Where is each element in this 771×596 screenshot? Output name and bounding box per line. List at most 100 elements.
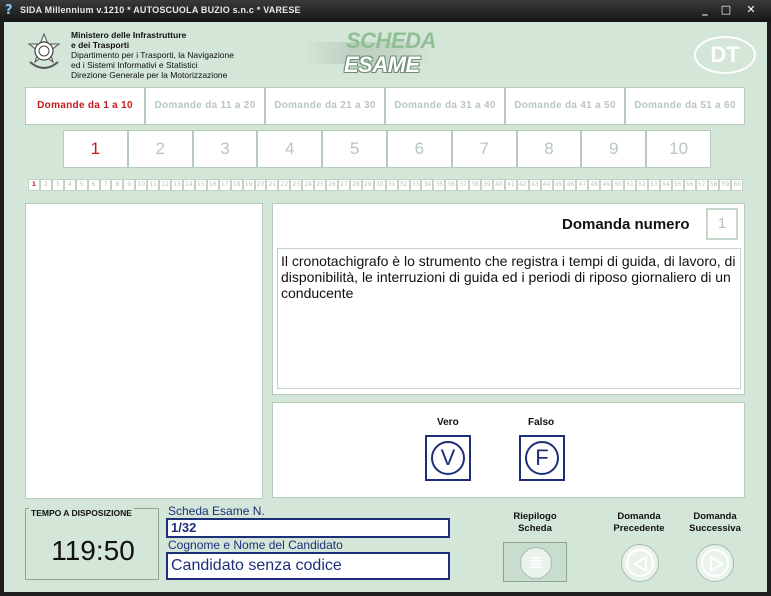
question-number-label: Domanda numero bbox=[562, 216, 690, 233]
strip-item-16[interactable]: 16 bbox=[206, 179, 219, 191]
strip-item-32[interactable]: 32 bbox=[397, 179, 410, 191]
question-button-3[interactable]: 3 bbox=[192, 130, 258, 168]
strip-item-47[interactable]: 47 bbox=[576, 179, 589, 191]
strip-item-58[interactable]: 58 bbox=[707, 179, 720, 191]
window-title: SIDA Millennium v.1210 * AUTOSCUOLA BUZI… bbox=[20, 5, 301, 15]
riepilogo-label: Riepilogo Scheda bbox=[500, 511, 570, 535]
strip-item-56[interactable]: 56 bbox=[683, 179, 696, 191]
strip-item-55[interactable]: 55 bbox=[671, 179, 684, 191]
strip-item-24[interactable]: 24 bbox=[302, 179, 315, 191]
range-tab-2[interactable]: Domande da 11 a 20 bbox=[145, 87, 265, 125]
question-button-7[interactable]: 7 bbox=[451, 130, 517, 168]
question-button-5[interactable]: 5 bbox=[322, 130, 387, 168]
strip-item-12[interactable]: 12 bbox=[159, 179, 172, 191]
answer-panel: Vero V Falso F bbox=[272, 402, 745, 498]
exam-screen: Ministero delle Infrastrutture e dei Tra… bbox=[4, 22, 767, 592]
strip-item-11[interactable]: 11 bbox=[147, 179, 160, 191]
strip-item-50[interactable]: 50 bbox=[612, 179, 625, 191]
strip-item-59[interactable]: 59 bbox=[719, 179, 732, 191]
range-tab-5[interactable]: Domande da 41 a 50 bbox=[505, 87, 625, 125]
strip-item-1[interactable]: 1 bbox=[28, 179, 40, 191]
strip-item-4[interactable]: 4 bbox=[63, 179, 76, 191]
strip-item-3[interactable]: 3 bbox=[51, 179, 64, 191]
strip-item-53[interactable]: 53 bbox=[647, 179, 660, 191]
strip-item-45[interactable]: 45 bbox=[552, 179, 565, 191]
strip-item-41[interactable]: 41 bbox=[504, 179, 517, 191]
strip-item-14[interactable]: 14 bbox=[182, 179, 195, 191]
strip-item-35[interactable]: 35 bbox=[433, 179, 446, 191]
strip-item-18[interactable]: 18 bbox=[230, 179, 243, 191]
next-question-button[interactable] bbox=[696, 544, 734, 582]
strip-item-2[interactable]: 2 bbox=[39, 179, 52, 191]
riepilogo-button[interactable] bbox=[503, 542, 567, 582]
strip-item-39[interactable]: 39 bbox=[481, 179, 493, 191]
strip-item-26[interactable]: 26 bbox=[326, 179, 338, 191]
previous-question-button[interactable] bbox=[621, 544, 659, 582]
strip-item-46[interactable]: 46 bbox=[564, 179, 577, 191]
strip-item-28[interactable]: 28 bbox=[349, 179, 362, 191]
question-button-6[interactable]: 6 bbox=[386, 130, 452, 168]
strip-item-10[interactable]: 10 bbox=[135, 179, 148, 191]
question-button-4[interactable]: 4 bbox=[257, 130, 323, 168]
strip-item-52[interactable]: 52 bbox=[636, 179, 648, 191]
strip-item-60[interactable]: 60 bbox=[731, 179, 744, 191]
strip-item-22[interactable]: 22 bbox=[278, 179, 291, 191]
strip-item-7[interactable]: 7 bbox=[99, 179, 112, 191]
strip-item-15[interactable]: 15 bbox=[194, 179, 207, 191]
strip-item-57[interactable]: 57 bbox=[695, 179, 708, 191]
ministry-line: Direzione Generale per la Motorizzazione bbox=[71, 70, 228, 80]
title-bar[interactable]: ? SIDA Millennium v.1210 * AUTOSCUOLA BU… bbox=[0, 0, 771, 22]
question-button-10[interactable]: 10 bbox=[646, 130, 711, 168]
strip-item-54[interactable]: 54 bbox=[659, 179, 672, 191]
strip-item-51[interactable]: 51 bbox=[624, 179, 637, 191]
question-button-8[interactable]: 8 bbox=[516, 130, 582, 168]
close-button[interactable]: ✕ bbox=[738, 3, 764, 17]
strip-item-23[interactable]: 23 bbox=[290, 179, 303, 191]
strip-item-6[interactable]: 6 bbox=[87, 179, 100, 191]
strip-item-19[interactable]: 19 bbox=[242, 179, 255, 191]
arrow-right-icon bbox=[710, 555, 724, 573]
candidate-name-field: Candidato senza codice bbox=[166, 552, 450, 580]
question-number-value: 1 bbox=[706, 208, 738, 240]
minimize-button[interactable]: _ bbox=[696, 3, 714, 17]
strip-item-49[interactable]: 49 bbox=[600, 179, 613, 191]
strip-item-8[interactable]: 8 bbox=[111, 179, 124, 191]
question-button-2[interactable]: 2 bbox=[127, 130, 193, 168]
strip-item-44[interactable]: 44 bbox=[540, 179, 553, 191]
strip-item-37[interactable]: 37 bbox=[457, 179, 470, 191]
false-button[interactable]: F bbox=[519, 435, 565, 481]
strip-item-36[interactable]: 36 bbox=[445, 179, 458, 191]
strip-item-33[interactable]: 33 bbox=[409, 179, 422, 191]
question-text: Il cronotachigrafo è lo strumento che re… bbox=[277, 248, 741, 389]
next-label-line: Domanda bbox=[693, 511, 737, 522]
strip-item-42[interactable]: 42 bbox=[516, 179, 529, 191]
strip-item-34[interactable]: 34 bbox=[421, 179, 434, 191]
question-index-strip: 1 2 3 4 5 6 7 8 9 10 11 12 13 14 15 16 17 18 19 20 21 22 23 24 2… bbox=[28, 179, 744, 191]
strip-item-43[interactable]: 43 bbox=[528, 179, 541, 191]
strip-item-9[interactable]: 9 bbox=[123, 179, 136, 191]
strip-item-17[interactable]: 17 bbox=[218, 179, 231, 191]
strip-item-27[interactable]: 27 bbox=[337, 179, 350, 191]
strip-item-30[interactable]: 30 bbox=[373, 179, 386, 191]
range-tab-6[interactable]: Domande da 51 a 60 bbox=[625, 87, 745, 125]
strip-item-25[interactable]: 25 bbox=[314, 179, 327, 191]
range-tab-1[interactable]: Domande da 1 a 10 bbox=[25, 87, 145, 125]
true-button[interactable]: V bbox=[425, 435, 471, 481]
question-button-1[interactable]: 1 bbox=[63, 130, 128, 168]
range-tab-4[interactable]: Domande da 31 a 40 bbox=[385, 87, 505, 125]
strip-item-29[interactable]: 29 bbox=[361, 179, 374, 191]
timer-label: TEMPO A DISPOSIZIONE bbox=[29, 508, 134, 518]
logo-word-esame: ESAME bbox=[344, 52, 420, 77]
arrow-left-icon bbox=[633, 555, 647, 573]
question-button-9[interactable]: 9 bbox=[581, 130, 647, 168]
strip-item-21[interactable]: 21 bbox=[266, 179, 279, 191]
strip-item-48[interactable]: 48 bbox=[588, 179, 601, 191]
strip-item-38[interactable]: 38 bbox=[469, 179, 482, 191]
strip-item-5[interactable]: 5 bbox=[75, 179, 88, 191]
range-tab-3[interactable]: Domande da 21 a 30 bbox=[265, 87, 385, 125]
strip-item-40[interactable]: 40 bbox=[492, 179, 505, 191]
strip-item-13[interactable]: 13 bbox=[171, 179, 183, 191]
strip-item-20[interactable]: 20 bbox=[254, 179, 267, 191]
strip-item-31[interactable]: 31 bbox=[385, 179, 398, 191]
maximize-button[interactable]: □ bbox=[717, 3, 735, 17]
